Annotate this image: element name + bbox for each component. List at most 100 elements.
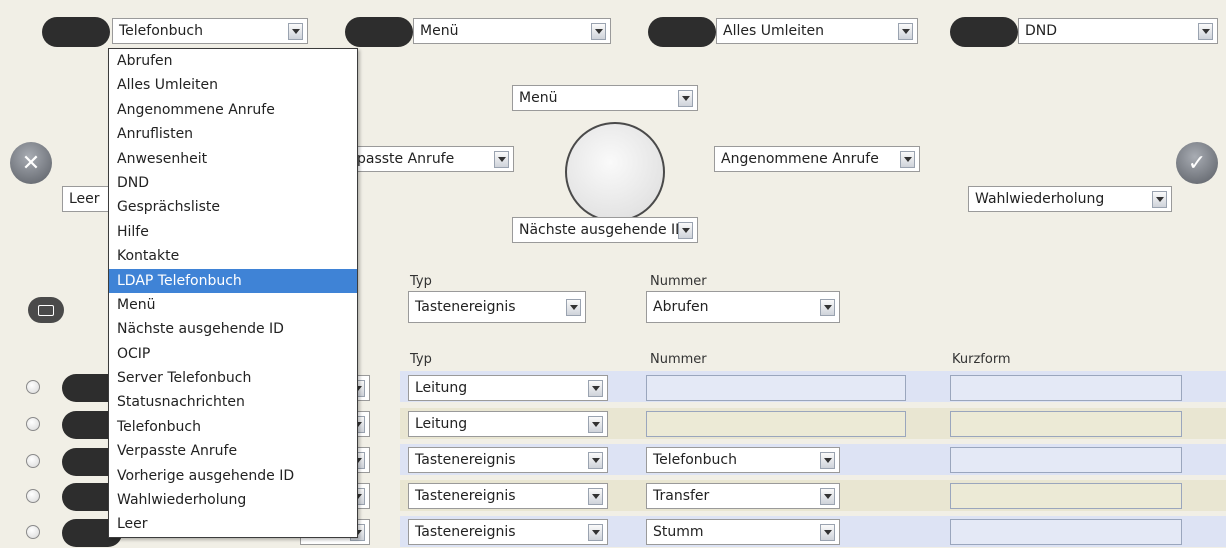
dropdown-option[interactable]: Angenommene Anrufe <box>109 98 357 122</box>
softkey-1-value: Telefonbuch <box>119 23 203 39</box>
softkey-3-select[interactable]: Alles Umleiten <box>716 18 918 44</box>
function-dropdown-list[interactable]: Abrufen Alles Umleiten Angenommene Anrufe A… <box>108 48 358 538</box>
row-2-typ-select[interactable]: Leitung <box>408 411 608 437</box>
softkey-4-select[interactable]: DND <box>1018 18 1218 44</box>
dropdown-option[interactable]: Abrufen <box>109 49 357 73</box>
row-1-kurzform-field[interactable] <box>950 375 1182 401</box>
dropdown-option[interactable]: Telefonbuch <box>109 415 357 439</box>
row-3-nummer-value: Telefonbuch <box>653 452 737 468</box>
chevron-down-icon[interactable] <box>588 523 603 541</box>
dropdown-option[interactable]: Kontakte <box>109 244 357 268</box>
message-button[interactable] <box>28 297 64 323</box>
row-1-nummer-field[interactable] <box>646 375 906 401</box>
message-typ-select[interactable]: Tastenereignis <box>408 291 586 323</box>
line-1-radio[interactable] <box>26 380 40 394</box>
softkey-4-value: DND <box>1025 23 1058 39</box>
chevron-down-icon[interactable] <box>588 487 603 505</box>
chevron-down-icon[interactable] <box>588 451 603 469</box>
row-3-nummer-select[interactable]: Telefonbuch <box>646 447 840 473</box>
table-header-typ: Typ <box>410 352 432 367</box>
nav-down-select[interactable]: Nächste ausgehende ID <box>512 217 698 243</box>
line-4-radio[interactable] <box>26 489 40 503</box>
row-2-kurzform-field[interactable] <box>950 411 1182 437</box>
softkey-4-button[interactable] <box>950 17 1018 47</box>
chevron-down-icon[interactable] <box>820 298 835 316</box>
chevron-down-icon[interactable] <box>591 22 606 40</box>
dropdown-option[interactable]: Hilfe <box>109 220 357 244</box>
chevron-down-icon[interactable] <box>820 487 835 505</box>
line-2-radio[interactable] <box>26 417 40 431</box>
chevron-down-icon[interactable] <box>898 22 913 40</box>
row-4-nummer-value: Transfer <box>653 488 710 504</box>
chevron-down-icon[interactable] <box>678 221 693 239</box>
softkey-2-select[interactable]: Menü <box>413 18 611 44</box>
nav-up-select[interactable]: Menü <box>512 85 698 111</box>
row-4-kurzform-field[interactable] <box>950 483 1182 509</box>
dropdown-option[interactable]: Leer <box>109 512 357 536</box>
dropdown-option[interactable]: Server Telefonbuch <box>109 366 357 390</box>
line-5-radio[interactable] <box>26 525 40 539</box>
row-5-nummer-select[interactable]: Stumm <box>646 519 840 545</box>
nav-left-select[interactable]: passte Anrufe <box>348 146 514 172</box>
nav-down-value: Nächste ausgehende ID <box>519 222 678 238</box>
chevron-down-icon[interactable] <box>820 523 835 541</box>
dropdown-option[interactable]: DND <box>109 171 357 195</box>
row-3-typ-select[interactable]: Tastenereignis <box>408 447 608 473</box>
row-2-nummer-field[interactable] <box>646 411 906 437</box>
dropdown-option[interactable]: Anruflisten <box>109 122 357 146</box>
nav-left-value: passte Anrufe <box>357 151 455 167</box>
row-3-kurzform-field[interactable] <box>950 447 1182 473</box>
ok-key-value: Wahlwiederholung <box>975 191 1105 207</box>
dropdown-option[interactable]: Alles Umleiten <box>109 73 357 97</box>
softkey-1-button[interactable] <box>42 17 110 47</box>
message-typ-label: Typ <box>410 274 432 289</box>
cancel-button[interactable]: ✕ <box>10 142 52 184</box>
nav-right-select[interactable]: Angenommene Anrufe <box>714 146 920 172</box>
message-typ-value: Tastenereignis <box>415 299 516 315</box>
ok-key-select[interactable]: Wahlwiederholung <box>968 186 1172 212</box>
chevron-down-icon[interactable] <box>678 89 693 107</box>
ok-button[interactable]: ✓ <box>1176 142 1218 184</box>
row-4-nummer-select[interactable]: Transfer <box>646 483 840 509</box>
softkey-2-value: Menü <box>420 23 459 39</box>
chevron-down-icon[interactable] <box>1198 22 1213 40</box>
close-icon: ✕ <box>21 150 41 176</box>
row-4-typ-select[interactable]: Tastenereignis <box>408 483 608 509</box>
chevron-down-icon[interactable] <box>494 150 509 168</box>
line-3-radio[interactable] <box>26 454 40 468</box>
chevron-down-icon[interactable] <box>820 451 835 469</box>
check-icon: ✓ <box>1187 150 1207 176</box>
dropdown-option[interactable]: OCIP <box>109 342 357 366</box>
envelope-icon <box>38 304 54 316</box>
dropdown-option[interactable]: Vorherige ausgehende ID <box>109 464 357 488</box>
row-1-typ-select[interactable]: Leitung <box>408 375 608 401</box>
chevron-down-icon[interactable] <box>566 298 581 316</box>
chevron-down-icon[interactable] <box>588 379 603 397</box>
chevron-down-icon[interactable] <box>288 22 303 40</box>
chevron-down-icon[interactable] <box>1152 190 1167 208</box>
table-header-kurzform: Kurzform <box>952 352 1011 367</box>
softkey-3-button[interactable] <box>648 17 716 47</box>
dropdown-option[interactable]: Nächste ausgehende ID <box>109 317 357 341</box>
chevron-down-icon[interactable] <box>900 150 915 168</box>
nav-up-value: Menü <box>519 90 558 106</box>
message-nummer-value: Abrufen <box>653 299 709 315</box>
message-nummer-label: Nummer <box>650 274 707 289</box>
dropdown-option[interactable]: Verpasste Anrufe <box>109 439 357 463</box>
dropdown-option[interactable]: Anwesenheit <box>109 147 357 171</box>
chevron-down-icon[interactable] <box>588 415 603 433</box>
dropdown-option[interactable]: LDAP Telefonbuch <box>109 268 357 293</box>
message-nummer-select[interactable]: Abrufen <box>646 291 840 323</box>
row-5-typ-select[interactable]: Tastenereignis <box>408 519 608 545</box>
dropdown-option[interactable]: Gesprächsliste <box>109 195 357 219</box>
dropdown-option[interactable]: Statusnachrichten <box>109 390 357 414</box>
row-1-typ-value: Leitung <box>415 380 468 396</box>
table-header-nummer: Nummer <box>650 352 707 367</box>
dropdown-option[interactable]: Menü <box>109 293 357 317</box>
dropdown-option[interactable]: Wahlwiederholung <box>109 488 357 512</box>
softkey-2-button[interactable] <box>345 17 413 47</box>
row-5-typ-value: Tastenereignis <box>415 524 516 540</box>
navigation-ok-circle[interactable] <box>565 122 665 222</box>
softkey-1-select[interactable]: Telefonbuch <box>112 18 308 44</box>
row-5-kurzform-field[interactable] <box>950 519 1182 545</box>
